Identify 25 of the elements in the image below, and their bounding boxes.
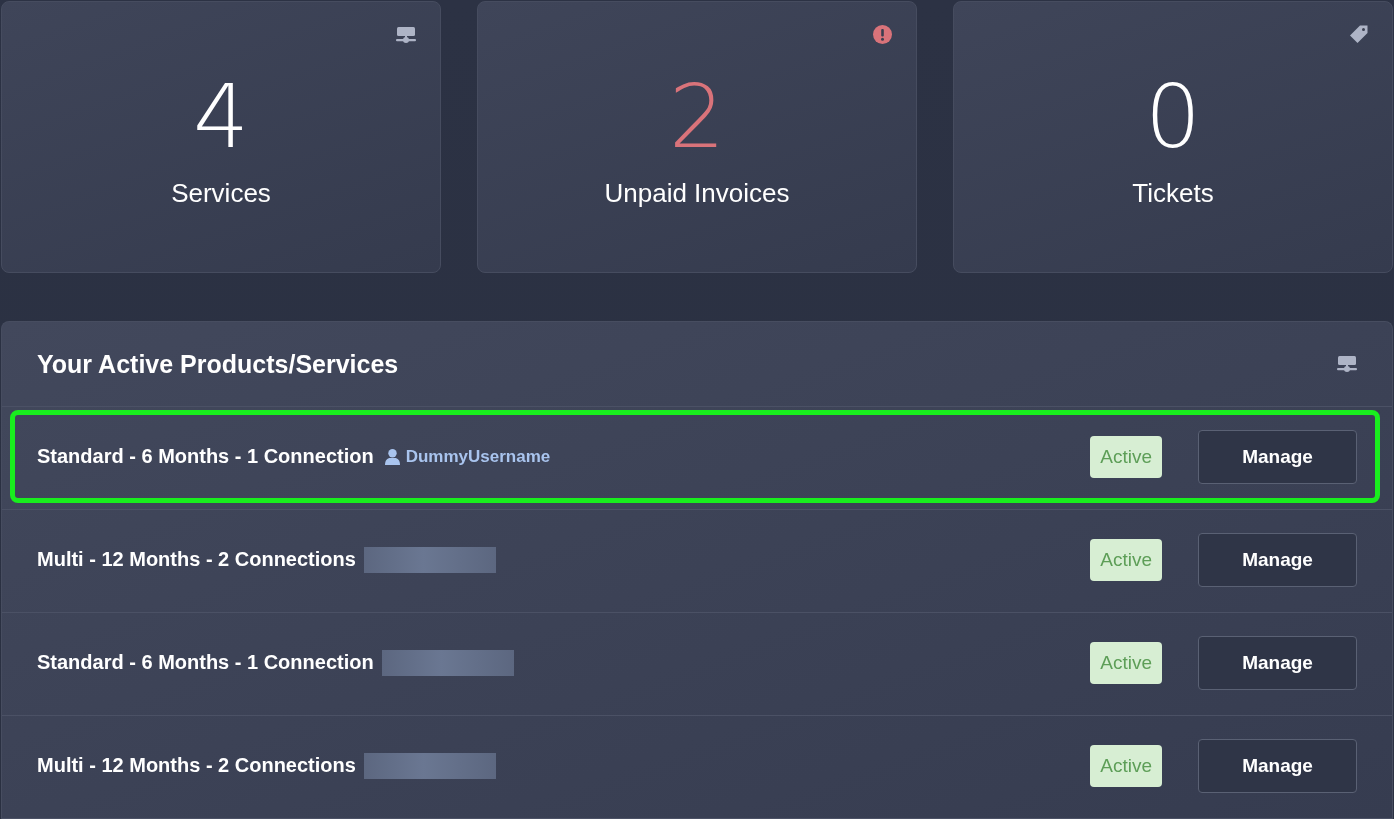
stat-number: 2 xyxy=(669,67,725,167)
manage-button[interactable]: Manage xyxy=(1198,738,1357,793)
server-icon xyxy=(1337,356,1357,372)
stat-label: Unpaid Invoices xyxy=(604,177,790,209)
username-link[interactable]: DummyUsername xyxy=(384,446,551,467)
product-name: Multi - 12 Months - 2 Connections xyxy=(37,548,356,571)
manage-button[interactable]: Manage xyxy=(1198,429,1357,484)
product-name: Standard - 6 Months - 1 Connection xyxy=(37,651,374,674)
product-name: Standard - 6 Months - 1 Connection xyxy=(37,445,374,468)
product-name: Multi - 12 Months - 2 Connections xyxy=(37,754,356,777)
stat-label: Services xyxy=(171,177,271,209)
status-badge: Active xyxy=(1090,435,1162,478)
status-badge: Active xyxy=(1090,641,1162,684)
manage-button[interactable]: Manage xyxy=(1198,532,1357,587)
stat-number: 4 xyxy=(193,67,249,167)
user-icon xyxy=(384,448,400,465)
stat-number: 0 xyxy=(1145,67,1201,167)
panel-title: Your Active Products/Services xyxy=(37,349,399,379)
server-icon xyxy=(396,26,416,43)
manage-button[interactable]: Manage xyxy=(1198,635,1357,690)
stat-label: Tickets xyxy=(1132,177,1214,209)
status-badge: Active xyxy=(1090,538,1162,581)
status-badge: Active xyxy=(1090,744,1162,787)
exclamation-circle-icon xyxy=(873,25,892,44)
tag-icon xyxy=(1349,25,1368,44)
